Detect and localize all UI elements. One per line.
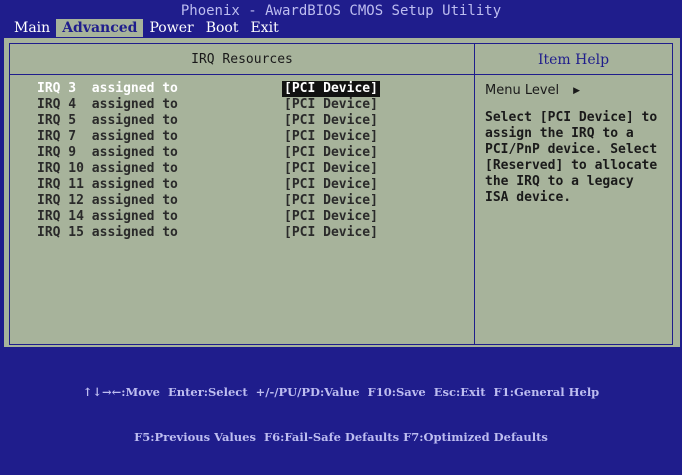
irq-label: IRQ 4 assigned to	[37, 97, 178, 112]
irq-label: IRQ 11 assigned to	[37, 177, 178, 192]
menu-bar: Main Advanced Power Boot Exit	[0, 18, 682, 38]
irq-value[interactable]: [PCI Device]	[284, 113, 378, 129]
irq-row-12[interactable]: IRQ 12 assigned to [PCI Device]	[37, 193, 457, 209]
irq-value[interactable]: [PCI Device]	[284, 225, 378, 241]
irq-label: IRQ 5 assigned to	[37, 113, 178, 128]
irq-label: IRQ 7 assigned to	[37, 129, 178, 144]
menu-advanced[interactable]: Advanced	[56, 19, 144, 37]
item-help-panel: Menu Level ▶ Select [PCI Device] to assig…	[485, 82, 675, 206]
bios-screen: Phoenix - AwardBIOS CMOS Setup Utility M…	[0, 0, 682, 444]
irq-row-10[interactable]: IRQ 10 assigned to [PCI Device]	[37, 161, 457, 177]
menu-level-label: Menu Level	[485, 83, 560, 98]
item-help-title: Item Help	[537, 52, 610, 68]
key-hints-line-1: ↑↓→←:Move Enter:Select +/-/PU/PD:Value F…	[82, 385, 600, 399]
irq-list: IRQ 3 assigned to [PCI Device] IRQ 4 ass…	[37, 81, 457, 241]
panel-divider-horizontal	[9, 74, 673, 75]
irq-value[interactable]: [PCI Device]	[282, 81, 380, 97]
menu-exit[interactable]: Exit	[244, 19, 284, 37]
window-title: Phoenix - AwardBIOS CMOS Setup Utility	[180, 3, 502, 19]
irq-value[interactable]: [PCI Device]	[284, 97, 378, 113]
irq-label: IRQ 10 assigned to	[37, 161, 178, 176]
irq-value[interactable]: [PCI Device]	[284, 145, 378, 161]
irq-row-3[interactable]: IRQ 3 assigned to [PCI Device]	[37, 81, 457, 97]
help-text: Select [PCI Device] to assign the IRQ to…	[485, 110, 658, 205]
right-triangle-icon: ▶	[573, 86, 581, 96]
irq-label: IRQ 3 assigned to	[37, 81, 178, 96]
irq-label: IRQ 14 assigned to	[37, 209, 178, 224]
irq-value[interactable]: [PCI Device]	[284, 177, 378, 193]
irq-row-14[interactable]: IRQ 14 assigned to [PCI Device]	[37, 209, 457, 225]
irq-label: IRQ 9 assigned to	[37, 145, 178, 160]
key-hints-line-2: F5:Previous Values F6:Fail-Safe Defaults…	[134, 430, 548, 444]
irq-row-15[interactable]: IRQ 15 assigned to [PCI Device]	[37, 225, 457, 241]
menu-power[interactable]: Power	[143, 19, 199, 37]
menu-main[interactable]: Main	[8, 19, 56, 37]
irq-label: IRQ 12 assigned to	[37, 193, 178, 208]
panel-divider-vertical	[474, 43, 475, 345]
irq-label: IRQ 15 assigned to	[37, 225, 178, 240]
irq-resources-title: IRQ Resources	[191, 52, 293, 67]
menu-level-line: Menu Level ▶	[485, 82, 675, 100]
irq-row-11[interactable]: IRQ 11 assigned to [PCI Device]	[37, 177, 457, 193]
irq-value[interactable]: [PCI Device]	[284, 209, 378, 225]
menu-boot[interactable]: Boot	[200, 19, 245, 37]
irq-row-7[interactable]: IRQ 7 assigned to [PCI Device]	[37, 129, 457, 145]
irq-value[interactable]: [PCI Device]	[284, 129, 378, 145]
status-bar: ↑↓→←:Move Enter:Select +/-/PU/PD:Value F…	[0, 355, 682, 475]
irq-row-9[interactable]: IRQ 9 assigned to [PCI Device]	[37, 145, 457, 161]
irq-value[interactable]: [PCI Device]	[284, 193, 378, 209]
irq-row-5[interactable]: IRQ 5 assigned to [PCI Device]	[37, 113, 457, 129]
irq-row-4[interactable]: IRQ 4 assigned to [PCI Device]	[37, 97, 457, 113]
irq-value[interactable]: [PCI Device]	[284, 161, 378, 177]
